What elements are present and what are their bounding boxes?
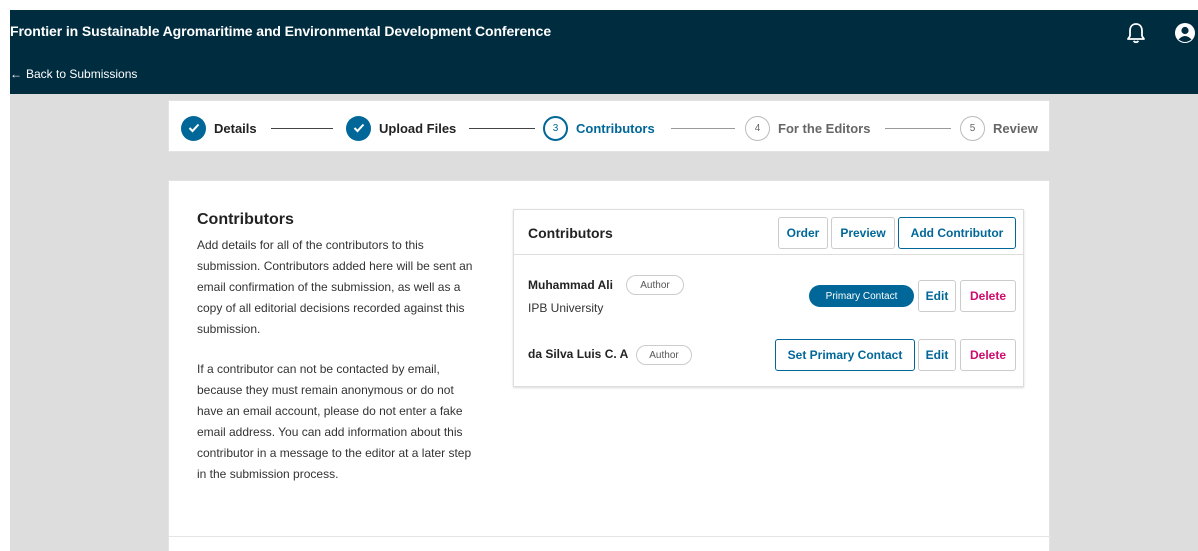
step-connector (671, 128, 735, 129)
order-button[interactable]: Order (778, 217, 828, 249)
add-contributor-button[interactable]: Add Contributor (898, 217, 1016, 249)
grid-title: Contributors (528, 225, 613, 241)
set-primary-contact-button[interactable]: Set Primary Contact (775, 339, 915, 371)
step-number: 3 (543, 115, 568, 141)
step-label: Contributors (576, 120, 655, 136)
step-number: 5 (960, 115, 985, 141)
contributor-affiliation: IPB University (528, 301, 604, 315)
back-link-label: Back to Submissions (26, 67, 138, 81)
section-note: If a contributor can not be contacted by… (197, 362, 472, 481)
section-description: Add details for all of the contributors … (197, 238, 473, 336)
step-number: 4 (745, 115, 770, 141)
grid-header: Contributors Order Preview Add Contribut… (514, 210, 1023, 255)
role-badge: Author (636, 345, 692, 365)
step-label: Details (214, 120, 257, 136)
primary-contact-badge: Primary Contact (809, 285, 914, 307)
back-to-submissions-link[interactable]: ← Back to Submissions (10, 67, 137, 81)
step-review[interactable]: 5 Review (960, 115, 1038, 141)
back-arrow-icon: ← (10, 67, 22, 81)
delete-button[interactable]: Delete (960, 339, 1016, 371)
user-icon[interactable] (1174, 22, 1196, 44)
preview-button[interactable]: Preview (831, 217, 895, 249)
step-label: For the Editors (778, 120, 871, 136)
edit-button[interactable]: Edit (918, 280, 956, 312)
check-icon (346, 115, 371, 141)
contributor-name: da Silva Luis C. A (528, 347, 629, 361)
section-title: Contributors (197, 211, 294, 228)
step-upload-files[interactable]: Upload Files (346, 115, 456, 141)
app-header: Frontier in Sustainable Agromaritime and… (10, 10, 1198, 94)
page-left-margin (0, 0, 10, 551)
contributors-grid: Contributors Order Preview Add Contribut… (513, 209, 1024, 387)
page-top-margin (0, 0, 1198, 10)
divider (169, 536, 1051, 537)
step-label: Upload Files (379, 120, 457, 136)
edit-button[interactable]: Edit (918, 339, 956, 371)
role-badge: Author (626, 275, 684, 295)
step-details[interactable]: Details (181, 115, 257, 141)
step-connector (885, 128, 951, 129)
step-for-the-editors[interactable]: 4 For the Editors (745, 115, 870, 141)
delete-button[interactable]: Delete (960, 280, 1016, 312)
step-contributors[interactable]: 3 Contributors (543, 115, 655, 141)
contributors-panel: Contributors Add details for all of the … (168, 180, 1051, 551)
step-label: Review (993, 120, 1038, 136)
bell-icon[interactable] (1126, 22, 1146, 44)
contributor-name: Muhammad Ali (528, 278, 613, 292)
check-icon (181, 115, 206, 141)
step-connector (271, 128, 333, 129)
conference-title: Frontier in Sustainable Agromaritime and… (10, 23, 552, 39)
submission-steps: Details Upload Files 3 Contributors 4 Fo… (168, 100, 1050, 152)
step-connector (469, 128, 535, 129)
app-frame: Frontier in Sustainable Agromaritime and… (10, 10, 1198, 551)
